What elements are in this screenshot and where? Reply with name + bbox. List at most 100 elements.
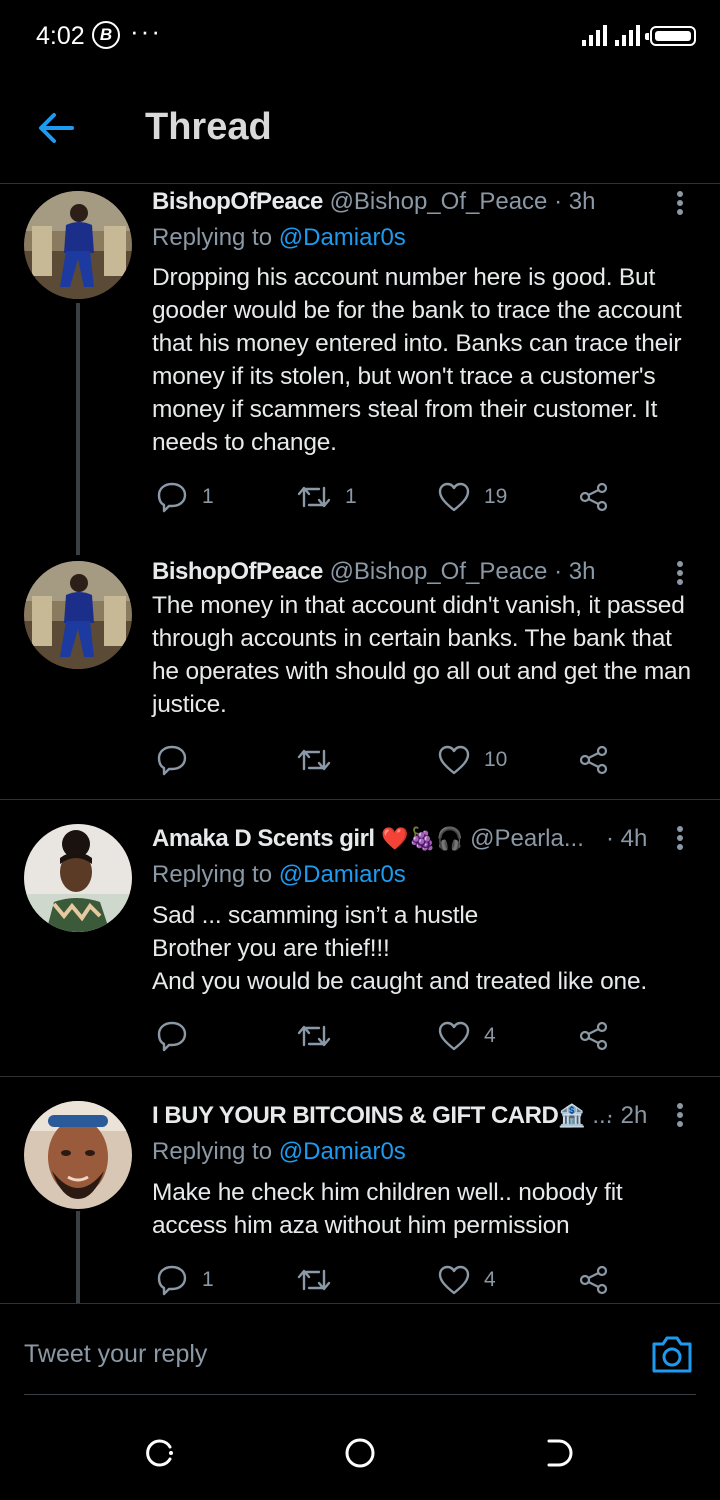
- more-icon[interactable]: [668, 1101, 692, 1131]
- avatar[interactable]: [24, 561, 132, 669]
- replying-to: Replying to @Damiar0s: [152, 1138, 406, 1165]
- thread-line: [76, 1211, 80, 1303]
- reply-button[interactable]: 1: [156, 477, 214, 517]
- text-line: Brother you are thief!!!: [152, 935, 390, 962]
- battery-icon: [645, 26, 696, 46]
- avatar[interactable]: [24, 824, 132, 932]
- retweet-icon: [297, 749, 331, 771]
- status-bar: 4:02 B ···: [0, 0, 720, 72]
- tweet-actions: 10: [152, 740, 672, 780]
- home-icon[interactable]: [343, 1436, 377, 1470]
- replying-to: Replying to @Damiar0s: [152, 224, 406, 251]
- display-name[interactable]: BishopOfPeace: [152, 188, 323, 215]
- retweet-icon: [297, 486, 331, 508]
- share-button[interactable]: [578, 1260, 610, 1300]
- handle[interactable]: @Pearla...: [470, 825, 584, 852]
- arrow-left-icon[interactable]: [30, 102, 82, 154]
- like-count: 19: [484, 485, 508, 508]
- recents-icon[interactable]: [143, 1436, 177, 1470]
- tweet[interactable]: I BUY YOUR BITCOINS & GIFT CARD🏦 ... · 2…: [0, 1097, 720, 1303]
- share-button[interactable]: [578, 740, 610, 780]
- retweet-icon: [297, 1025, 331, 1047]
- timestamp: · 3h: [554, 188, 596, 215]
- text-line: Sad ... scamming isn’t a hustle: [152, 902, 479, 929]
- tweet-header: I BUY YOUR BITCOINS & GIFT CARD🏦 ...: [152, 1101, 612, 1131]
- display-name[interactable]: I BUY YOUR BITCOINS & GIFT CARD: [152, 1102, 559, 1129]
- like-count: 4: [484, 1268, 496, 1291]
- retweet-icon: [297, 1269, 331, 1291]
- mention-link[interactable]: @Damiar0s: [279, 861, 406, 888]
- like-button[interactable]: 10: [438, 740, 507, 780]
- heart-icon: [438, 745, 470, 775]
- camera-icon[interactable]: [650, 1334, 694, 1374]
- share-icon: [579, 1265, 608, 1295]
- more-icon[interactable]: [668, 189, 692, 219]
- thread-header: Thread: [0, 72, 720, 184]
- reply-underline: [24, 1394, 696, 1395]
- notification-b-icon: B: [92, 21, 120, 49]
- divider: [0, 799, 720, 800]
- text-line: And you would be caught and treated like…: [152, 968, 647, 995]
- heart-icon: [438, 482, 470, 512]
- display-name[interactable]: BishopOfPeace: [152, 558, 323, 585]
- reply-count: 1: [202, 1268, 214, 1291]
- page-title: Thread: [145, 106, 272, 148]
- share-button[interactable]: [578, 477, 610, 517]
- handle[interactable]: @Bishop_Of_Peace: [330, 188, 548, 215]
- system-nav-bar: [0, 1400, 720, 1500]
- name-emoji: 🏦: [558, 1103, 586, 1128]
- reply-button[interactable]: 1: [156, 1260, 214, 1300]
- tweet-actions: 1 1 19: [152, 477, 672, 517]
- comment-icon: [157, 745, 187, 776]
- handle[interactable]: @Bishop_Of_Peace: [330, 558, 548, 585]
- mention-link[interactable]: @Damiar0s: [279, 224, 406, 251]
- more-notifications-icon: ···: [130, 16, 162, 46]
- name-emoji: ❤️🍇🎧: [381, 826, 464, 851]
- reply-input[interactable]: Tweet your reply: [24, 1340, 207, 1369]
- timestamp: · 4h: [606, 825, 648, 852]
- tweet-header: Amaka D Scents girl ❤️🍇🎧 @Pearla...: [152, 824, 584, 854]
- retweet-button[interactable]: [297, 1016, 331, 1056]
- thread-line: [76, 303, 80, 555]
- more-icon[interactable]: [668, 824, 692, 854]
- tweet-text: Make he check him children well.. nobody…: [152, 1179, 623, 1239]
- back-icon[interactable]: [543, 1436, 577, 1470]
- status-time: 4:02: [36, 22, 85, 50]
- signal-icon: [582, 25, 640, 46]
- mention-link[interactable]: @Damiar0s: [279, 1138, 406, 1165]
- more-icon[interactable]: [668, 559, 692, 589]
- timestamp: · 3h: [554, 558, 596, 585]
- share-button[interactable]: [578, 1016, 610, 1056]
- avatar[interactable]: [24, 1101, 132, 1209]
- reply-button[interactable]: [156, 740, 188, 780]
- reply-button[interactable]: [156, 1016, 188, 1056]
- tweet-header: BishopOfPeace @Bishop_Of_Peace · 3h: [152, 557, 595, 587]
- avatar[interactable]: [24, 191, 132, 299]
- comment-icon: [157, 1265, 187, 1296]
- tweet-text: Dropping his account number here is good…: [152, 264, 682, 456]
- heart-icon: [438, 1021, 470, 1051]
- reply-composer: Tweet your reply: [0, 1303, 720, 1399]
- like-button[interactable]: 4: [438, 1260, 496, 1300]
- like-count: 10: [484, 748, 508, 771]
- tweet-actions: 4: [152, 1016, 672, 1056]
- like-count: 4: [484, 1024, 496, 1047]
- share-icon: [579, 1021, 608, 1051]
- replying-to: Replying to @Damiar0s: [152, 861, 406, 888]
- display-name[interactable]: Amaka D Scents girl: [152, 825, 375, 852]
- tweet[interactable]: Amaka D Scents girl ❤️🍇🎧 @Pearla... · 4h…: [0, 820, 720, 1076]
- tweet-text: The money in that account didn't vanish,…: [152, 592, 691, 718]
- comment-icon: [157, 1021, 187, 1052]
- retweet-button[interactable]: 1: [297, 477, 357, 517]
- like-button[interactable]: 4: [438, 1016, 496, 1056]
- reply-count: 1: [202, 485, 214, 508]
- tweet-header: BishopOfPeace @Bishop_Of_Peace · 3h: [152, 187, 595, 217]
- retweet-button[interactable]: [297, 740, 331, 780]
- comment-icon: [157, 482, 187, 513]
- retweet-button[interactable]: [297, 1260, 331, 1300]
- tweet-actions: 1 4: [152, 1260, 672, 1300]
- timestamp: · 2h: [606, 1102, 648, 1129]
- like-button[interactable]: 19: [438, 477, 507, 517]
- tweet[interactable]: BishopOfPeace @Bishop_Of_Peace · 3h The …: [0, 555, 720, 800]
- tweet[interactable]: BishopOfPeace @Bishop_Of_Peace · 3h Repl…: [0, 185, 720, 555]
